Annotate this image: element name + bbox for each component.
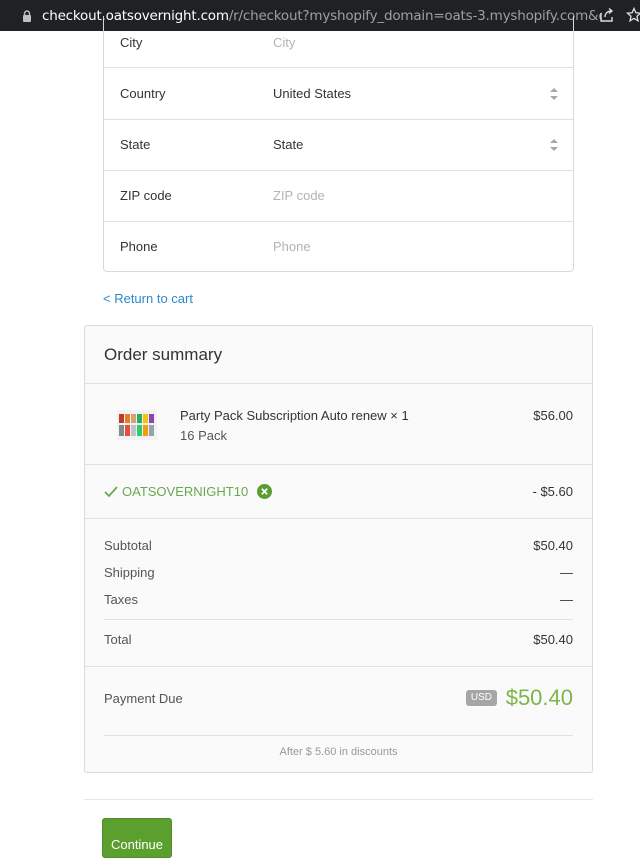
phone-field[interactable]: Phone Phone bbox=[104, 221, 573, 272]
divider bbox=[85, 666, 592, 667]
star-icon[interactable] bbox=[625, 6, 640, 27]
country-select[interactable]: Country United States bbox=[104, 68, 573, 120]
item-name: Party Pack Subscription Auto renew × 1 bbox=[180, 408, 409, 423]
discount-code: OATSOVERNIGHT10 bbox=[104, 484, 273, 499]
payment-due-amount: $50.40 bbox=[505, 685, 573, 710]
zip-input[interactable]: ZIP code bbox=[273, 188, 325, 203]
total-value: $50.40 bbox=[533, 632, 573, 647]
taxes-label: Taxes bbox=[104, 592, 138, 607]
country-value[interactable]: United States bbox=[273, 86, 351, 101]
discount-code-text: OATSOVERNIGHT10 bbox=[122, 484, 249, 499]
divider bbox=[85, 464, 592, 465]
zip-field[interactable]: ZIP code ZIP code bbox=[104, 170, 573, 222]
payment-due-label: Payment Due bbox=[104, 691, 183, 706]
divider bbox=[104, 735, 573, 736]
share-icon[interactable] bbox=[599, 7, 615, 27]
select-arrows-icon[interactable] bbox=[549, 138, 559, 152]
after-discounts-note: After $ 5.60 in discounts bbox=[279, 746, 398, 758]
shipping-address-form: City City Country United States State St… bbox=[103, 16, 574, 272]
phone-input[interactable]: Phone bbox=[273, 239, 311, 254]
state-value[interactable]: State bbox=[273, 137, 303, 152]
select-arrows-icon[interactable] bbox=[549, 87, 559, 101]
city-label: City bbox=[120, 35, 143, 50]
divider bbox=[84, 799, 593, 800]
city-input[interactable]: City bbox=[273, 35, 295, 50]
subtotal-value: $50.40 bbox=[533, 538, 573, 553]
shipping-value: — bbox=[560, 565, 573, 580]
divider bbox=[85, 383, 592, 384]
city-field[interactable]: City City bbox=[104, 16, 573, 68]
item-price: $56.00 bbox=[533, 408, 573, 423]
divider bbox=[104, 619, 573, 620]
return-to-cart-link[interactable]: < Return to cart bbox=[103, 291, 193, 306]
phone-label: Phone bbox=[120, 239, 158, 254]
product-thumbnail bbox=[117, 410, 157, 440]
continue-button[interactable]: Continue bbox=[102, 818, 172, 858]
country-label: Country bbox=[120, 86, 166, 101]
item-variant: 16 Pack bbox=[180, 428, 227, 443]
checkmark-icon bbox=[104, 485, 118, 497]
lock-icon[interactable] bbox=[20, 9, 34, 23]
remove-discount-icon[interactable] bbox=[257, 484, 273, 499]
order-summary: Order summary Party Pack Subscription Au… bbox=[84, 325, 593, 773]
currency-badge: USD bbox=[465, 690, 497, 706]
zip-label: ZIP code bbox=[120, 188, 172, 203]
discount-amount: - $5.60 bbox=[532, 484, 573, 499]
divider bbox=[85, 518, 592, 519]
taxes-value: — bbox=[560, 592, 573, 607]
state-label: State bbox=[120, 137, 151, 152]
shipping-label: Shipping bbox=[104, 565, 155, 580]
subtotal-label: Subtotal bbox=[104, 538, 152, 553]
state-select[interactable]: State State bbox=[104, 119, 573, 171]
total-label: Total bbox=[104, 632, 132, 647]
order-summary-title: Order summary bbox=[104, 345, 223, 364]
